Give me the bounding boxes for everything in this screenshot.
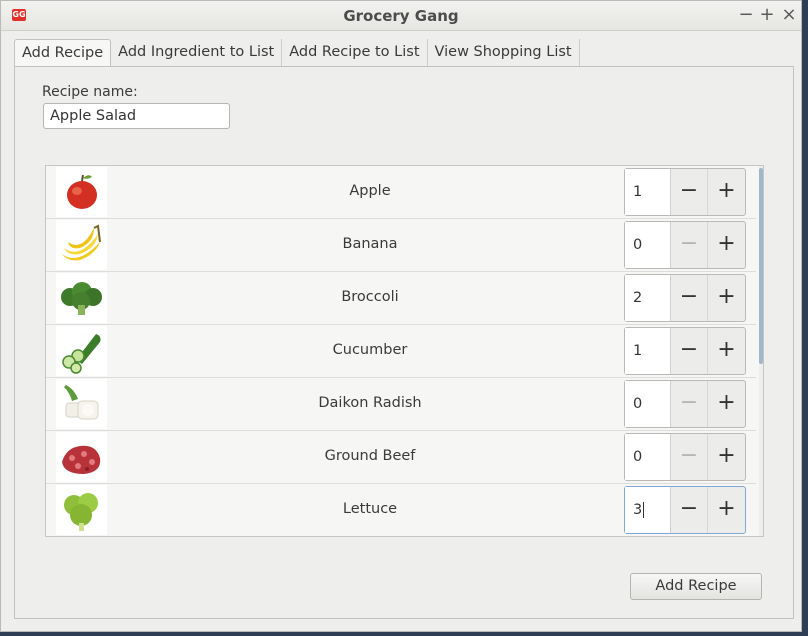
ingredient-row: Lettuce 3 − +	[46, 484, 756, 536]
increment-button[interactable]: +	[708, 275, 745, 321]
quantity-stepper: 0 − +	[624, 221, 746, 269]
increment-button[interactable]: +	[708, 487, 745, 533]
ingredient-name: Cucumber	[332, 342, 408, 358]
quantity-field[interactable]: 2	[625, 275, 671, 321]
tab-add-recipe-to-list[interactable]: Add Recipe to List	[282, 39, 428, 67]
scrollbar[interactable]	[759, 166, 763, 536]
decrement-button[interactable]: −	[671, 222, 708, 268]
increment-button[interactable]: +	[708, 434, 745, 480]
ground-beef-icon	[56, 432, 107, 482]
quantity-field[interactable]: 3	[625, 487, 671, 533]
quantity-field[interactable]: 1	[625, 169, 671, 215]
ingredient-row: Cucumber 1 − +	[46, 325, 756, 378]
ingredient-row: Daikon Radish 0 − +	[46, 378, 756, 431]
app-window: GG Grocery Gang − + × Add Recipe Add Ing…	[0, 0, 802, 632]
ingredient-row: Apple 1 − +	[46, 166, 756, 219]
quantity-field[interactable]: 1	[625, 328, 671, 374]
lettuce-icon	[56, 485, 107, 535]
scrollbar-thumb[interactable]	[759, 168, 763, 364]
ingredient-row: Broccoli 2 − +	[46, 272, 756, 325]
daikon-radish-icon	[56, 379, 107, 429]
ingredient-name: Banana	[342, 236, 398, 252]
tab-add-ingredient-to-list[interactable]: Add Ingredient to List	[111, 39, 283, 67]
quantity-field[interactable]: 0	[625, 434, 671, 480]
broccoli-icon	[56, 273, 107, 323]
recipe-name-label: Recipe name:	[42, 84, 138, 100]
increment-button[interactable]: +	[708, 328, 745, 374]
quantity-stepper: 1 − +	[624, 168, 746, 216]
ingredient-row: Banana 0 − +	[46, 219, 756, 272]
ingredient-name: Daikon Radish	[318, 395, 422, 411]
increment-button[interactable]: +	[708, 169, 745, 215]
ingredient-name: Broccoli	[341, 289, 399, 305]
maximize-button[interactable]: +	[757, 4, 777, 26]
minimize-button[interactable]: −	[736, 4, 756, 26]
decrement-button[interactable]: −	[671, 381, 708, 427]
tab-view-shopping-list[interactable]: View Shopping List	[428, 39, 580, 67]
quantity-stepper: 0 − +	[624, 380, 746, 428]
ingredient-name: Lettuce	[342, 501, 398, 517]
cucumber-icon	[56, 326, 107, 376]
decrement-button[interactable]: −	[671, 487, 708, 533]
quantity-stepper: 2 − +	[624, 274, 746, 322]
ingredient-row: Ground Beef 0 − +	[46, 431, 756, 484]
quantity-field[interactable]: 0	[625, 381, 671, 427]
ingredient-name: Apple	[349, 183, 391, 199]
increment-button[interactable]: +	[708, 222, 745, 268]
apple-icon	[56, 167, 107, 217]
decrement-button[interactable]: −	[671, 169, 708, 215]
decrement-button[interactable]: −	[671, 275, 708, 321]
quantity-stepper: 1 − +	[624, 327, 746, 375]
decrement-button[interactable]: −	[671, 328, 708, 374]
title-bar: GG Grocery Gang − + ×	[1, 1, 801, 31]
recipe-name-input[interactable]: Apple Salad	[43, 103, 230, 129]
increment-button[interactable]: +	[708, 381, 745, 427]
decrement-button[interactable]: −	[671, 434, 708, 480]
quantity-stepper: 3 − +	[624, 486, 746, 534]
window-title: Grocery Gang	[343, 7, 459, 25]
close-button[interactable]: ×	[779, 4, 799, 26]
tab-bar: Add Recipe Add Ingredient to List Add Re…	[14, 39, 580, 67]
add-recipe-button[interactable]: Add Recipe	[630, 573, 762, 600]
banana-icon	[56, 220, 107, 270]
quantity-field[interactable]: 0	[625, 222, 671, 268]
ingredient-name: Ground Beef	[324, 448, 416, 464]
ingredient-list: Apple 1 − + Banana 0 − + Broccoli 2 − + …	[45, 165, 764, 537]
tab-add-recipe[interactable]: Add Recipe	[14, 39, 112, 67]
quantity-stepper: 0 − +	[624, 433, 746, 481]
